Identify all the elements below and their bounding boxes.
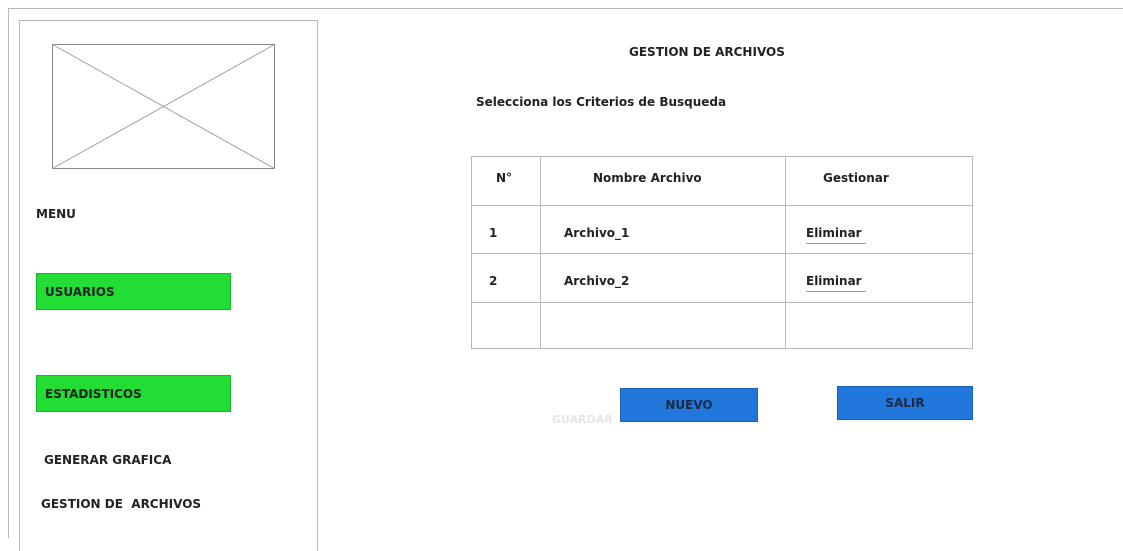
row-1-delete-link[interactable]: Eliminar <box>806 226 866 244</box>
top-border <box>8 8 1123 9</box>
menu-title: MENU <box>36 207 76 221</box>
column-header-manage: Gestionar <box>823 171 889 185</box>
nav-link-gestion-archivos[interactable]: GESTION DE ARCHIVOS <box>41 497 201 511</box>
image-placeholder-icon <box>52 44 275 169</box>
delete-link-label[interactable]: Eliminar <box>806 274 866 292</box>
row-1-number: 1 <box>489 226 498 240</box>
left-border <box>8 8 9 538</box>
table-divider <box>472 302 972 303</box>
guardar-ghost-label: GUARDAR <box>552 413 613 426</box>
salir-button[interactable]: SALIR <box>837 386 973 420</box>
row-2-number: 2 <box>489 274 498 288</box>
table-divider <box>540 157 541 348</box>
column-header-number: N° <box>496 171 513 185</box>
nav-button-usuarios[interactable]: USUARIOS <box>36 273 231 310</box>
nuevo-button[interactable]: NUEVO <box>620 388 758 422</box>
column-header-name: Nombre Archivo <box>593 171 702 185</box>
row-2-delete-link[interactable]: Eliminar <box>806 274 866 292</box>
row-1-filename: Archivo_1 <box>564 226 630 240</box>
row-2-filename: Archivo_2 <box>564 274 630 288</box>
logo-placeholder-svg <box>52 44 275 169</box>
table-divider <box>785 157 786 348</box>
sidebar: MENU USUARIOS ESTADISTICOS GENERAR GRAFI… <box>19 20 318 551</box>
nav-link-generar-grafica[interactable]: GENERAR GRAFICA <box>44 453 171 467</box>
search-criteria-label: Selecciona los Criterios de Busqueda <box>476 95 727 109</box>
table-divider <box>472 253 972 254</box>
table-divider <box>472 205 972 206</box>
files-table: N° Nombre Archivo Gestionar 1 Archivo_1 … <box>471 156 973 349</box>
delete-link-label[interactable]: Eliminar <box>806 226 866 244</box>
page-title: GESTION DE ARCHIVOS <box>629 45 785 59</box>
nav-button-estadisticos[interactable]: ESTADISTICOS <box>36 375 231 412</box>
